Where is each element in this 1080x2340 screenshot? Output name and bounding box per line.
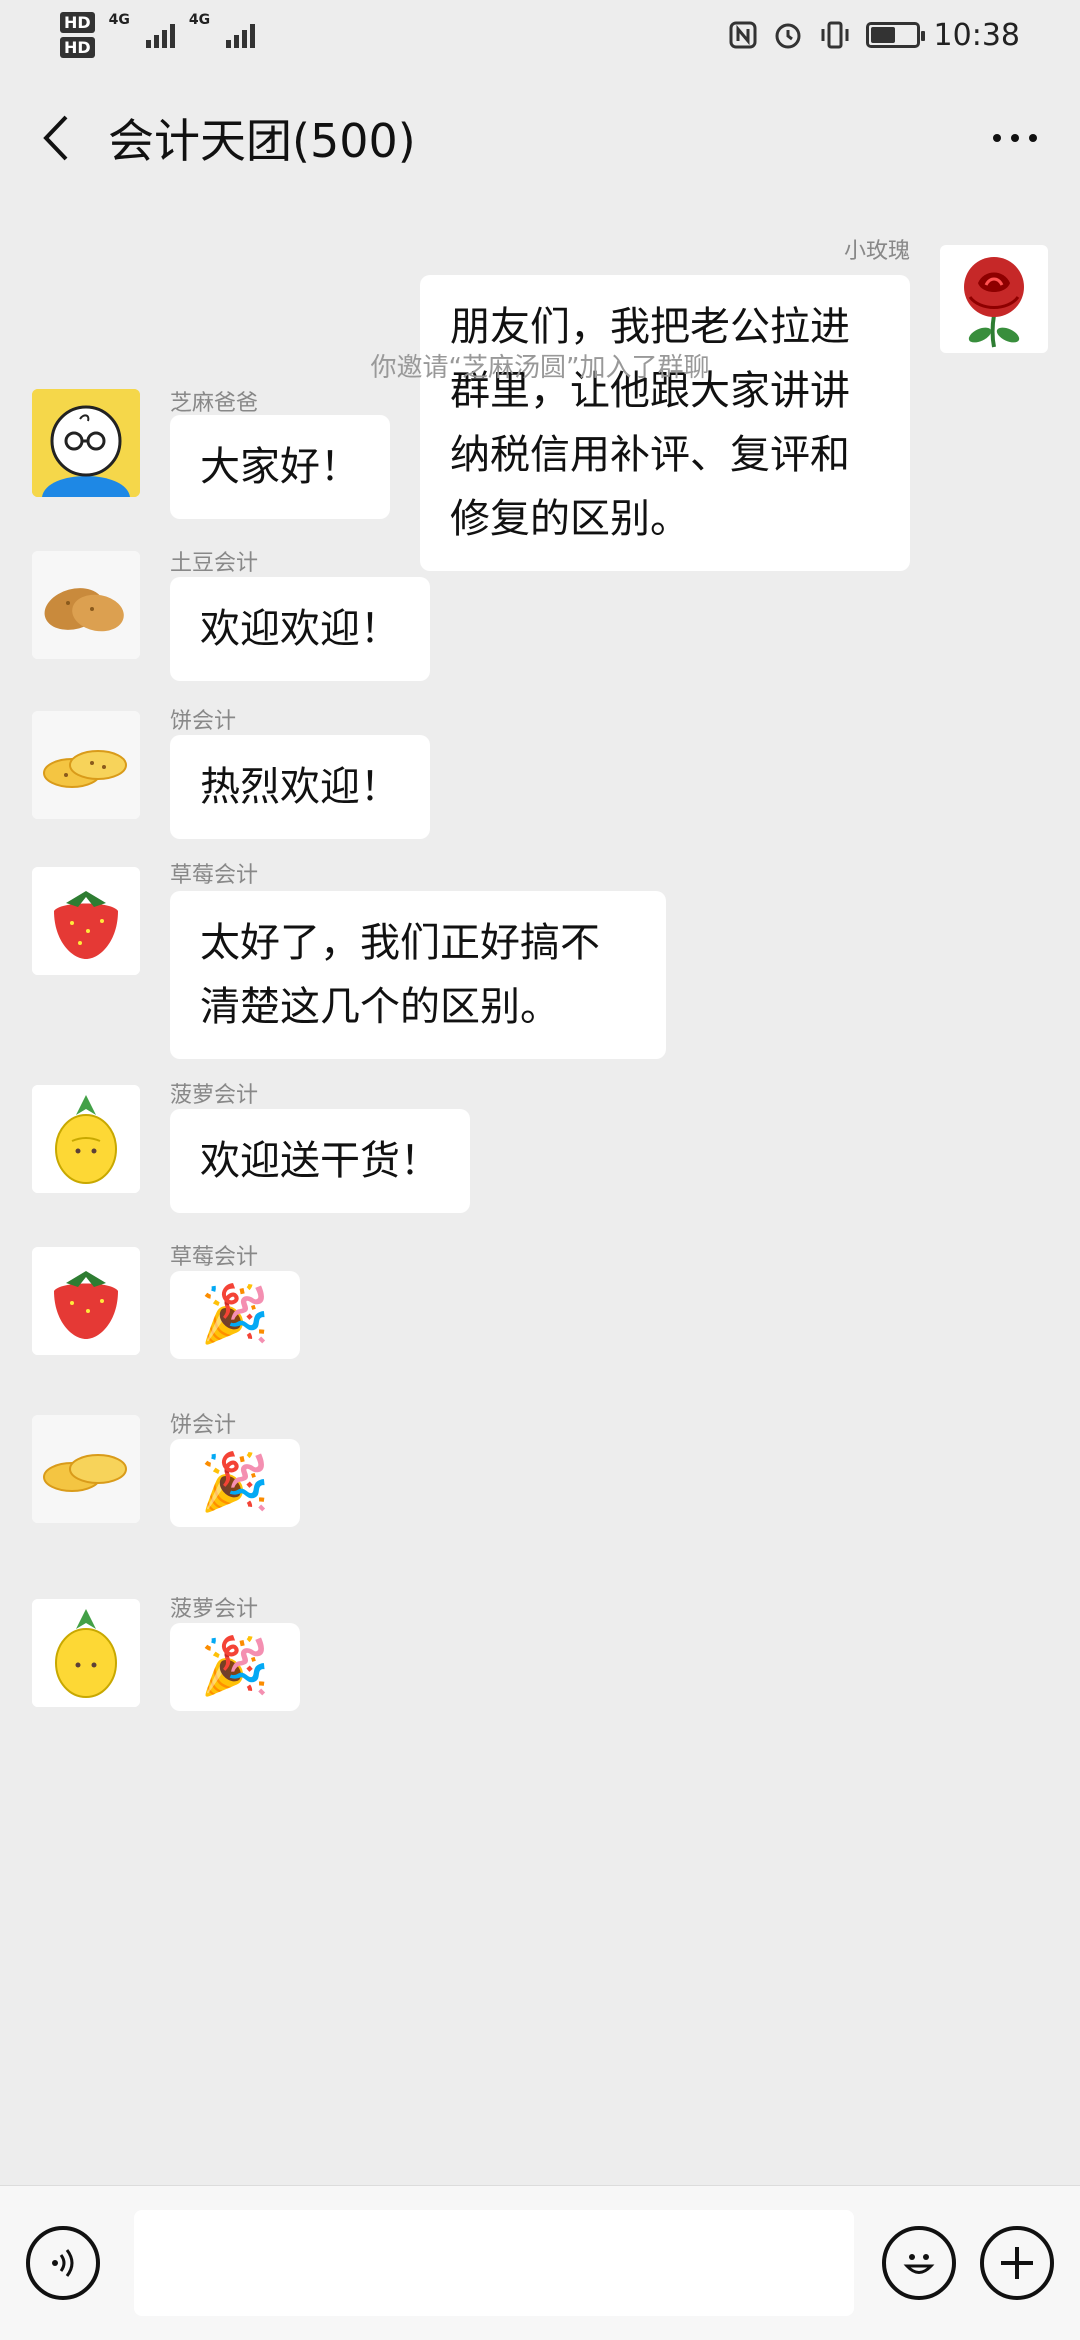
network2-label: 4G <box>188 12 211 28</box>
cartoon-man-avatar-icon[interactable] <box>32 389 140 497</box>
alarm-icon <box>775 23 801 49</box>
cookies-avatar-icon[interactable] <box>32 1415 140 1523</box>
message-bubble[interactable]: 欢迎欢迎！ <box>170 577 430 681</box>
more-options-button[interactable] <box>980 108 1050 168</box>
potato-avatar-icon[interactable] <box>32 551 140 659</box>
sender-name: 芝麻爸爸 <box>170 391 259 416</box>
battery-level <box>870 27 895 43</box>
pineapple-avatar-icon[interactable] <box>32 1599 140 1707</box>
sender-name: 草莓会计 <box>170 1245 259 1270</box>
party-popper-sticker[interactable]: 🎉 <box>170 1439 300 1527</box>
system-notice: 你邀请“芝麻汤圆”加入了群聊 <box>370 353 710 383</box>
signal-bars-2-icon <box>226 22 256 48</box>
dot <box>1011 133 1019 142</box>
input-bar <box>0 2185 1080 2340</box>
chat-title: 会计天团(500) <box>108 113 416 168</box>
sender-name: 小玫瑰 <box>843 239 910 264</box>
emoji-icon <box>903 2254 935 2274</box>
party-popper-sticker[interactable]: 🎉 <box>170 1271 300 1359</box>
pineapple-avatar-icon[interactable] <box>32 1085 140 1193</box>
chat-header: 会计天团(500) <box>0 70 1080 205</box>
party-popper-sticker[interactable]: 🎉 <box>170 1623 300 1711</box>
plus-icon <box>1001 2247 1033 2279</box>
sender-name: 菠萝会计 <box>170 1597 259 1622</box>
clock-time: 10:38 <box>933 17 1020 53</box>
strawberry-avatar-icon[interactable] <box>32 1247 140 1355</box>
dot <box>1029 133 1037 142</box>
rose-avatar-icon[interactable] <box>940 245 1048 353</box>
emoji-button[interactable] <box>882 2226 956 2300</box>
status-right: 10:38 <box>728 18 1020 53</box>
cookies-avatar-icon[interactable] <box>32 711 140 819</box>
message-bubble[interactable]: 欢迎送干货！ <box>170 1109 470 1213</box>
status-bar: HD HD 4G 4G 10:38 <box>0 0 1080 70</box>
sim2-hd-badge: HD <box>60 37 95 58</box>
message-bubble[interactable]: 朋友们，我把老公拉进群里，让他跟大家讲讲纳税信用补评、复评和修复的区别。 <box>420 275 910 571</box>
message-bubble[interactable]: 大家好！ <box>170 415 390 519</box>
strawberry-avatar-icon[interactable] <box>32 867 140 975</box>
back-button[interactable] <box>30 108 80 168</box>
signal-bars-1-icon <box>145 22 175 48</box>
sender-name: 饼会计 <box>170 1413 237 1438</box>
message-bubble[interactable]: 太好了，我们正好搞不清楚这几个的区别。 <box>170 891 666 1059</box>
network1-label: 4G <box>108 12 130 28</box>
battery-icon <box>865 22 925 48</box>
sender-name: 草莓会计 <box>170 863 259 888</box>
message-list[interactable]: 小玫瑰 朋友们，我把老公拉进群里，让他跟大家讲讲纳税信用补评、复评和修复的区别。… <box>0 205 1080 2185</box>
voice-icon <box>52 2249 74 2277</box>
sim1-hd-badge: HD <box>60 12 95 33</box>
dot <box>993 133 1001 142</box>
sender-name: 饼会计 <box>170 709 237 734</box>
message-input[interactable] <box>134 2210 854 2316</box>
vibrate-icon <box>821 21 849 49</box>
chevron-left-icon <box>43 115 68 160</box>
nfc-icon <box>729 21 757 49</box>
plus-button[interactable] <box>980 2226 1054 2300</box>
voice-button[interactable] <box>26 2226 100 2300</box>
message-bubble[interactable]: 热烈欢迎！ <box>170 735 430 839</box>
sender-name: 菠萝会计 <box>170 1083 259 1108</box>
sender-name: 土豆会计 <box>170 551 259 576</box>
signal-indicators: HD HD 4G 4G <box>60 12 256 58</box>
